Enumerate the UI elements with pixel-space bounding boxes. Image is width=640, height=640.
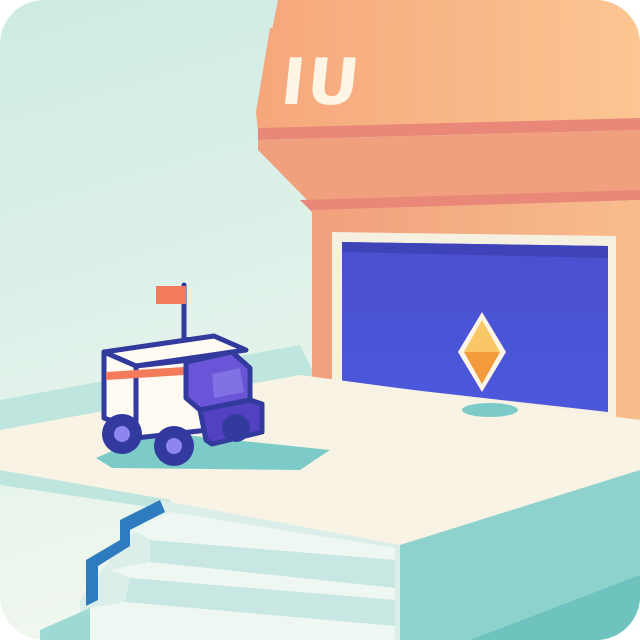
game-scene: IU: [0, 0, 640, 640]
rover-wheel-rear: [102, 414, 142, 454]
crystal-shadow: [462, 403, 518, 417]
flag-icon: [156, 286, 186, 304]
rover-wheel-front: [154, 426, 194, 466]
rover-wheel-cab: [222, 414, 250, 442]
building-sign-text: IU: [277, 45, 365, 120]
scene-canvas: IU: [0, 0, 640, 640]
building: IU: [256, 0, 640, 420]
